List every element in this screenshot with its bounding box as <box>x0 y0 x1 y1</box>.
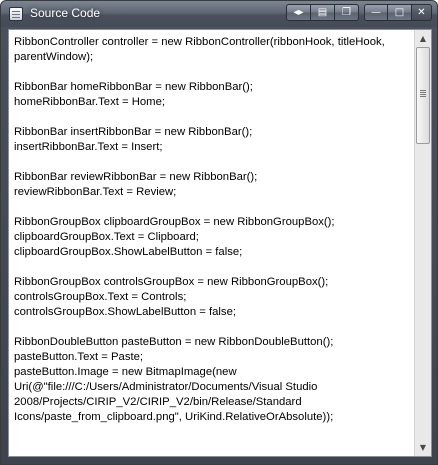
print-button[interactable]: ▤ <box>311 4 335 21</box>
minimize-icon: — <box>371 7 381 18</box>
print-icon: ▤ <box>317 7 328 18</box>
scroll-down-icon[interactable]: ▼ <box>415 439 431 456</box>
vertical-scrollbar[interactable]: ▲ ▼ <box>414 30 431 456</box>
copy-button[interactable]: ❐ <box>335 4 359 21</box>
scroll-thumb[interactable] <box>416 47 430 144</box>
minimize-button[interactable]: — <box>364 4 388 21</box>
grip-icon <box>420 90 426 91</box>
scroll-up-icon[interactable]: ▲ <box>415 30 431 47</box>
title-bar[interactable]: Source Code ◂▸ ▤ ❐ — □ ✕ <box>1 1 437 27</box>
maximize-button[interactable]: □ <box>388 4 412 21</box>
source-code-text[interactable]: RibbonController controller = new Ribbon… <box>14 35 409 425</box>
source-code-view[interactable]: RibbonController controller = new Ribbon… <box>8 29 432 457</box>
close-button[interactable]: ✕ <box>412 4 432 21</box>
source-code-window: Source Code ◂▸ ▤ ❐ — □ ✕ RibbonControlle… <box>0 0 438 465</box>
arrows-icon: ◂▸ <box>293 7 304 18</box>
window-title: Source Code <box>30 6 101 20</box>
maximize-icon: □ <box>394 7 405 18</box>
navigate-button[interactable]: ◂▸ <box>286 4 311 21</box>
copy-icon: ❐ <box>342 7 351 18</box>
document-icon[interactable] <box>9 7 23 21</box>
close-icon: ✕ <box>417 7 426 18</box>
